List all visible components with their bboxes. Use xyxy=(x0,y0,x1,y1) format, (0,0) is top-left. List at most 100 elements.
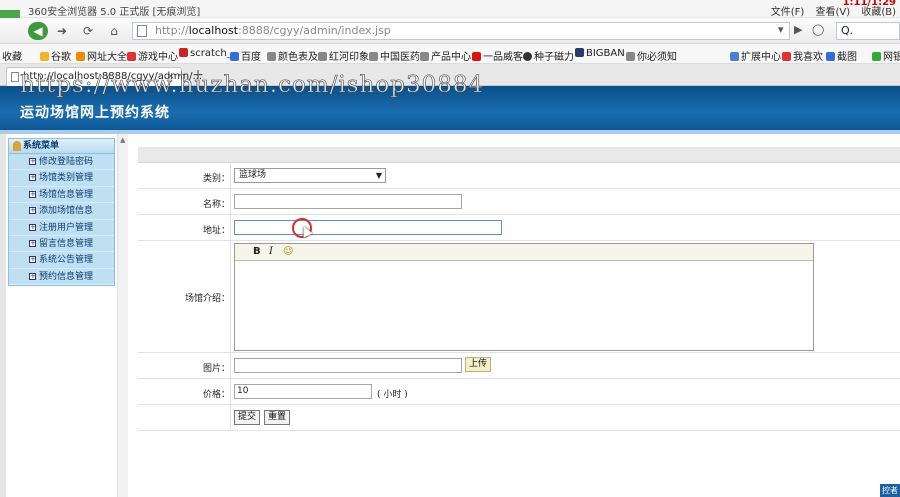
forward-icon[interactable]: ➜ xyxy=(52,22,72,40)
bookmark-item[interactable]: 我喜欢 xyxy=(782,48,823,63)
watermark: https://www.huzhan.com/ishop30884 xyxy=(20,72,485,99)
sidebar-item-users[interactable]: + 注册用户管理 xyxy=(9,220,114,236)
form-row-intro: 场馆介绍： B I ☺ xyxy=(138,241,900,353)
bookmark-item[interactable]: 百度 xyxy=(230,48,261,63)
bookmark-item[interactable]: 一品威客 xyxy=(472,48,523,63)
name-field[interactable] xyxy=(234,194,462,209)
italic-icon[interactable]: I xyxy=(269,246,273,257)
sidebar-header: 系统菜单 xyxy=(9,139,114,154)
form-cell: B I ☺ xyxy=(230,241,900,352)
bold-icon[interactable]: B xyxy=(253,246,261,257)
bookmark-item[interactable]: 游戏中心 xyxy=(127,48,178,63)
page-icon xyxy=(11,72,19,82)
bookmark-item[interactable]: 中国医药 xyxy=(369,48,420,63)
sidebar-header-label: 系统菜单 xyxy=(23,141,60,151)
bookmark-item[interactable]: 扩展中心 xyxy=(730,48,781,63)
form-cell xyxy=(230,215,900,240)
sidebar: 系统菜单 + 修改登陆密码 + 场馆类别管理 + 场馆信息管理 + 添加场馆信息 + 注册… xyxy=(8,138,115,286)
address-bar[interactable]: http://localhost:8888/cgyy/admin/index.j… xyxy=(132,22,790,40)
dropdown-icon[interactable]: ▾ xyxy=(778,23,784,36)
bookmark-item[interactable]: 网址大全 xyxy=(76,48,127,63)
plus-icon: + xyxy=(29,189,36,198)
back-icon[interactable]: ◀ xyxy=(28,22,48,40)
sidebar-item-venue-category[interactable]: + 场馆类别管理 xyxy=(9,170,114,187)
category-select[interactable]: 篮球场 ▼ xyxy=(234,168,386,183)
go-icon[interactable]: ▶ xyxy=(794,23,802,36)
form-cell xyxy=(230,189,900,214)
refresh-icon[interactable]: ⟳ xyxy=(78,22,98,40)
sidebar-scrollbar[interactable]: ▲ xyxy=(117,134,128,497)
menu-favorites[interactable]: 收藏(B) xyxy=(861,7,896,18)
bookmark-item[interactable]: BIGBAN xyxy=(575,48,625,59)
sidebar-item-messages[interactable]: + 留言信息管理 xyxy=(9,236,114,253)
sidebar-item-add-venue[interactable]: + 添加场馆信息 xyxy=(9,203,114,220)
bookmark-icon xyxy=(472,52,481,61)
plus-icon: + xyxy=(29,255,36,264)
browser-title-bar: 360安全浏览器 5.0 正式版 [无痕浏览] 文件(F) 查看(V) 收藏(B… xyxy=(0,0,900,18)
bookmark-icon xyxy=(626,52,635,61)
plus-icon: + xyxy=(29,238,36,247)
bookmark-icon xyxy=(872,52,881,61)
bookmark-icon xyxy=(76,52,85,61)
recording-clock: 1:11/1:29 xyxy=(842,0,896,8)
form-row-category: 类别： 篮球场 ▼ xyxy=(138,163,900,189)
upload-button[interactable]: 上传 xyxy=(465,357,492,372)
form-cell: 上传 xyxy=(230,353,900,378)
menu-file[interactable]: 文件(F) xyxy=(771,7,805,18)
corner-tag[interactable]: 控者 xyxy=(880,484,900,497)
chevron-down-icon: ▼ xyxy=(375,171,382,180)
left-edge xyxy=(0,134,6,497)
bookmark-item[interactable]: 产品中心 xyxy=(420,48,471,63)
reset-button[interactable]: 重置 xyxy=(264,410,291,425)
address-label: 地址： xyxy=(202,226,230,236)
bookmark-item[interactable]: 颜色表及 xyxy=(267,48,318,63)
submit-button[interactable]: 提交 xyxy=(234,410,261,425)
form-row-actions: 提交 重置 xyxy=(138,405,900,431)
name-label: 名称： xyxy=(202,200,230,210)
form-cell: 10 ( 小时 ) xyxy=(230,379,900,404)
browser-title: 360安全浏览器 5.0 正式版 [无痕浏览] xyxy=(28,7,201,18)
bookmark-icon xyxy=(730,52,739,61)
intro-editor[interactable]: B I ☺ xyxy=(234,243,814,351)
price-field[interactable]: 10 xyxy=(234,384,372,399)
bookmark-item[interactable]: 谷歌 xyxy=(40,48,71,63)
editor-toolbar: B I ☺ xyxy=(235,244,813,261)
intro-label: 场馆介绍： xyxy=(184,294,230,304)
bookmark-icon xyxy=(369,52,378,61)
bookmark-item[interactable]: 截图 xyxy=(826,48,857,63)
bookmarks-bar: 收藏 谷歌 网址大全 游戏中心 scratch_ 百度 颜色表及 红河印象 中国… xyxy=(0,44,900,64)
sidebar-item-reservations[interactable]: + 预约信息管理 xyxy=(9,269,114,286)
search-input[interactable]: Q. xyxy=(836,22,900,40)
bookmark-icon xyxy=(420,52,429,61)
sidebar-item-announcements[interactable]: + 系统公告管理 xyxy=(9,252,114,269)
address-host: localhost xyxy=(188,24,239,37)
bookmark-item[interactable]: scratch_ xyxy=(179,48,232,59)
image-field[interactable] xyxy=(234,358,462,373)
bookmark-icon xyxy=(267,52,276,61)
main-content: 类别： 篮球场 ▼ 名称： 地址： 场馆介绍： B I ☺ 图片： 上传 价格：… xyxy=(128,134,900,497)
shield-icon[interactable]: ◯ xyxy=(812,23,824,36)
system-title: 运动场馆网上预约系统 xyxy=(20,105,170,121)
bookmark-item[interactable]: 红河印象 xyxy=(318,48,369,63)
menu-view[interactable]: 查看(V) xyxy=(815,7,850,18)
form-row-address: 地址： xyxy=(138,215,900,241)
plus-icon: + xyxy=(29,271,36,280)
bookmark-icon xyxy=(826,52,835,61)
form-header-strip xyxy=(138,147,900,163)
bookmark-item[interactable]: 网银 xyxy=(872,48,900,63)
category-value: 篮球场 xyxy=(239,170,267,180)
address-prefix: http:// xyxy=(155,24,189,37)
bookmark-item[interactable]: 种子磁力 xyxy=(523,48,574,63)
form-cell: 提交 重置 xyxy=(230,405,900,430)
home-icon[interactable]: ⌂ xyxy=(104,22,124,40)
bookmarks-label[interactable]: 收藏 xyxy=(2,48,22,63)
emoji-icon[interactable]: ☺ xyxy=(283,246,293,257)
plus-icon: + xyxy=(29,222,36,231)
plus-icon: + xyxy=(29,173,36,182)
sidebar-item-venue-info[interactable]: + 场馆信息管理 xyxy=(9,187,114,204)
bookmark-item[interactable]: 你必须知 xyxy=(626,48,677,63)
address-field[interactable] xyxy=(234,220,502,235)
bookmark-icon xyxy=(782,52,791,61)
sidebar-item-change-password[interactable]: + 修改登陆密码 xyxy=(9,154,114,171)
scroll-up-icon[interactable]: ▲ xyxy=(120,136,125,144)
